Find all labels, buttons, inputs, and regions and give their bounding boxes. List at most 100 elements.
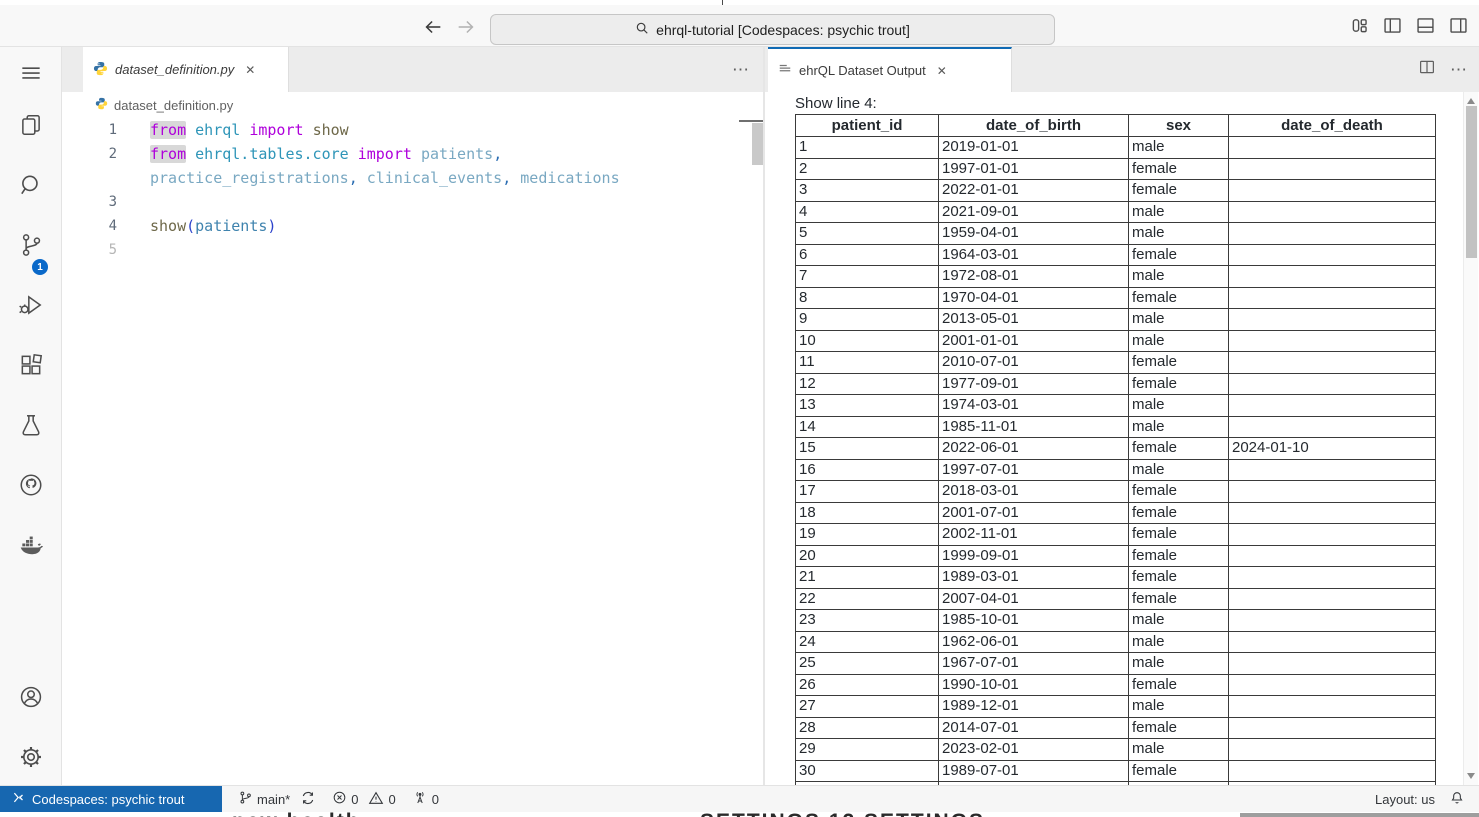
scrollbar-thumb[interactable] [1466,106,1477,258]
extensions-icon[interactable] [18,352,44,378]
split-editor-icon[interactable] [1418,58,1436,81]
run-and-debug-icon[interactable] [18,292,44,318]
table-cell: 27 [796,696,939,718]
table-cell: male [1129,395,1229,417]
ports-count: 0 [432,792,439,807]
table-cell: male [1129,610,1229,632]
forward-icon[interactable] [455,16,477,38]
more-actions-icon[interactable]: ⋯ [1450,60,1467,80]
errors-count: 0 [351,792,358,807]
accounts-icon[interactable] [18,684,44,710]
toggle-primary-sidebar-icon[interactable] [1382,15,1403,36]
table-cell [1229,696,1436,718]
column-header: date_of_death [1229,115,1436,137]
tab-label: dataset_definition.py [115,62,234,77]
table-cell: 2022-01-01 [939,180,1129,202]
explorer-icon[interactable] [18,112,44,138]
code-line[interactable]: practice_registrations, clinical_events,… [62,166,763,190]
problems-status-item[interactable]: 0 0 [332,790,395,809]
menu-icon[interactable] [18,60,44,86]
table-row: 61964-03-01female [796,244,1436,266]
more-actions-icon[interactable]: ⋯ [732,60,749,80]
table-row: 251967-07-01male [796,653,1436,675]
table-cell [1229,459,1436,481]
table-cell: female [1129,481,1229,503]
table-cell: female [1129,438,1229,460]
layout-status-item[interactable]: Layout: us [1375,792,1435,807]
code-editor[interactable]: 1from ehrql import show2from ehrql.table… [62,118,763,262]
github-icon[interactable] [18,472,44,498]
table-cell: 1990-10-01 [939,674,1129,696]
python-icon [95,97,108,113]
back-icon[interactable] [422,16,444,38]
table-cell: 7 [796,266,939,288]
table-cell: female [1129,717,1229,739]
code-line[interactable]: 1from ehrql import show [62,118,763,142]
customize-layout-icon[interactable] [1349,15,1370,36]
column-header: date_of_birth [939,115,1129,137]
command-center[interactable]: ehrql-tutorial [Codespaces: psychic trou… [490,14,1055,45]
table-row: 152022-06-01female2024-01-10 [796,438,1436,460]
source-control-icon[interactable] [18,232,44,258]
table-cell [1229,567,1436,589]
table-cell: 25 [796,653,939,675]
table-cell: female [1129,287,1229,309]
sync-icon[interactable] [300,790,316,809]
status-bar: Codespaces: psychic trout main* 0 0 [0,785,1479,812]
table-cell: male [1129,739,1229,761]
table-cell: male [1129,201,1229,223]
branch-status-item[interactable]: main* [238,790,316,809]
close-icon[interactable]: ✕ [245,63,255,77]
table-cell: 11 [796,352,939,374]
tab-ehrql-dataset-output[interactable]: ehrQL Dataset Output ✕ [768,47,1012,92]
remote-indicator[interactable]: Codespaces: psychic trout [0,786,222,812]
scroll-up-icon[interactable] [1467,98,1475,104]
search-view-icon[interactable] [18,172,44,198]
table-cell: 2014-07-01 [939,717,1129,739]
table-cell: 2021-09-01 [939,201,1129,223]
code-line[interactable]: 5 [62,238,763,262]
table-cell [1229,180,1436,202]
warning-icon [368,790,384,809]
settings-gear-icon[interactable] [18,744,44,770]
tab-dataset-definition[interactable]: dataset_definition.py ✕ [83,47,289,92]
table-cell [1229,373,1436,395]
table-row: 172018-03-01female [796,481,1436,503]
breadcrumb[interactable]: dataset_definition.py [62,92,763,118]
toggle-secondary-sidebar-icon[interactable] [1448,15,1469,36]
close-icon[interactable]: ✕ [937,64,947,78]
table-cell: 1997-07-01 [939,459,1129,481]
table-cell: 1967-07-01 [939,653,1129,675]
output-tab-bar: ehrQL Dataset Output ✕ ⋯ [765,47,1479,92]
vscode-window: ehrql-tutorial [Codespaces: psychic trou… [0,0,1479,817]
table-row: 211989-03-01female [796,567,1436,589]
code-line[interactable]: 2from ehrql.tables.core import patients, [62,142,763,166]
table-cell: 1977-09-01 [939,373,1129,395]
table-row: 271989-12-01male [796,696,1436,718]
webview-scrollbar[interactable] [1463,92,1478,785]
table-cell: 26 [796,674,939,696]
table-cell [1229,502,1436,524]
table-cell: 5 [796,223,939,245]
table-cell: 21 [796,567,939,589]
code-line[interactable]: 4show(patients) [62,214,763,238]
editor-scrollbar[interactable] [752,123,763,165]
table-cell: female [1129,373,1229,395]
table-cell [1229,352,1436,374]
bell-icon[interactable] [1449,790,1465,809]
table-cell: 1962-06-01 [939,631,1129,653]
table-cell: 22 [796,588,939,610]
docker-icon[interactable] [18,532,44,558]
table-row: 161997-07-01male [796,459,1436,481]
table-cell: 1989-03-01 [939,567,1129,589]
scroll-down-icon[interactable] [1467,773,1475,779]
line-number: 3 [62,190,117,214]
toggle-panel-icon[interactable] [1415,15,1436,36]
breadcrumb-item[interactable]: dataset_definition.py [114,98,233,113]
table-cell: 2007-04-01 [939,588,1129,610]
output-list-icon [778,62,792,79]
code-line[interactable]: 3 [62,190,763,214]
testing-icon[interactable] [18,412,44,438]
ports-status-item[interactable]: 0 [412,790,439,809]
table-cell [1229,266,1436,288]
